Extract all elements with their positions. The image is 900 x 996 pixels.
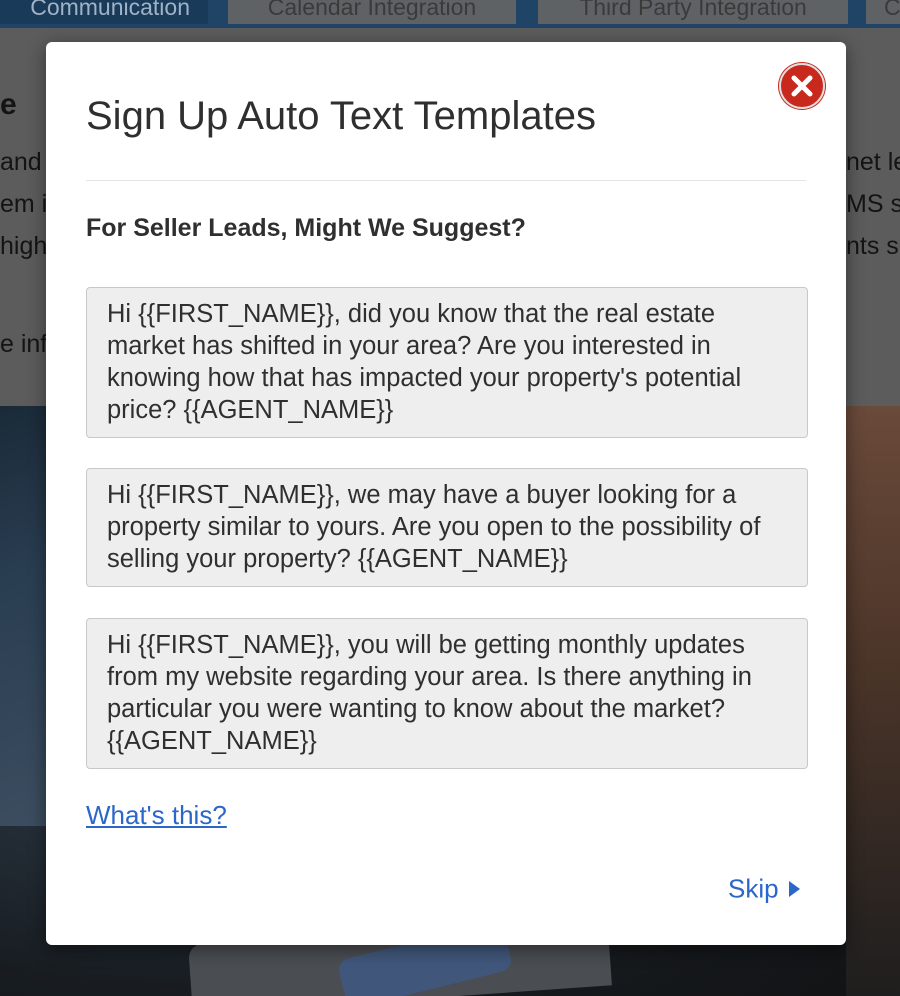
background-text-fragment: nts s bbox=[846, 232, 899, 260]
title-divider bbox=[86, 180, 806, 181]
dialog-title: Sign Up Auto Text Templates bbox=[86, 94, 596, 138]
caret-right-icon bbox=[788, 881, 800, 898]
whats-this-link[interactable]: What's this? bbox=[86, 800, 227, 831]
background-text-fragment: high bbox=[0, 232, 48, 260]
background-text-fragment: em i bbox=[0, 190, 48, 218]
background-tab-third-party-integration: Third Party Integration bbox=[538, 0, 848, 24]
close-button[interactable] bbox=[778, 62, 826, 110]
background-text-fragment: e inf bbox=[0, 330, 48, 358]
background-heading-fragment: e bbox=[0, 88, 17, 121]
skip-button[interactable]: Skip bbox=[728, 872, 800, 908]
sign-up-auto-text-dialog: Sign Up Auto Text Templates For Seller L… bbox=[46, 42, 846, 945]
template-option-1[interactable]: Hi {{FIRST_NAME}}, did you know that the… bbox=[86, 287, 808, 438]
background-desk-image bbox=[846, 406, 900, 996]
background-tab-calendar-integration: Calendar Integration bbox=[228, 0, 516, 24]
section-heading: For Seller Leads, Might We Suggest? bbox=[86, 214, 526, 242]
template-option-2[interactable]: Hi {{FIRST_NAME}}, we may have a buyer l… bbox=[86, 468, 808, 587]
skip-label: Skip bbox=[728, 873, 779, 904]
background-text-fragment: and bbox=[0, 148, 42, 176]
page: Communication Calendar Integration Third… bbox=[0, 0, 900, 996]
close-circle-icon bbox=[779, 63, 825, 109]
background-text-fragment: MS st bbox=[846, 190, 900, 218]
background-tab-partial: C bbox=[866, 0, 900, 24]
background-tab-communication: Communication bbox=[0, 0, 208, 24]
background-text-fragment: net le bbox=[846, 148, 900, 176]
background-tab-bar: Communication Calendar Integration Third… bbox=[0, 0, 900, 28]
template-option-3[interactable]: Hi {{FIRST_NAME}}, you will be getting m… bbox=[86, 618, 808, 769]
